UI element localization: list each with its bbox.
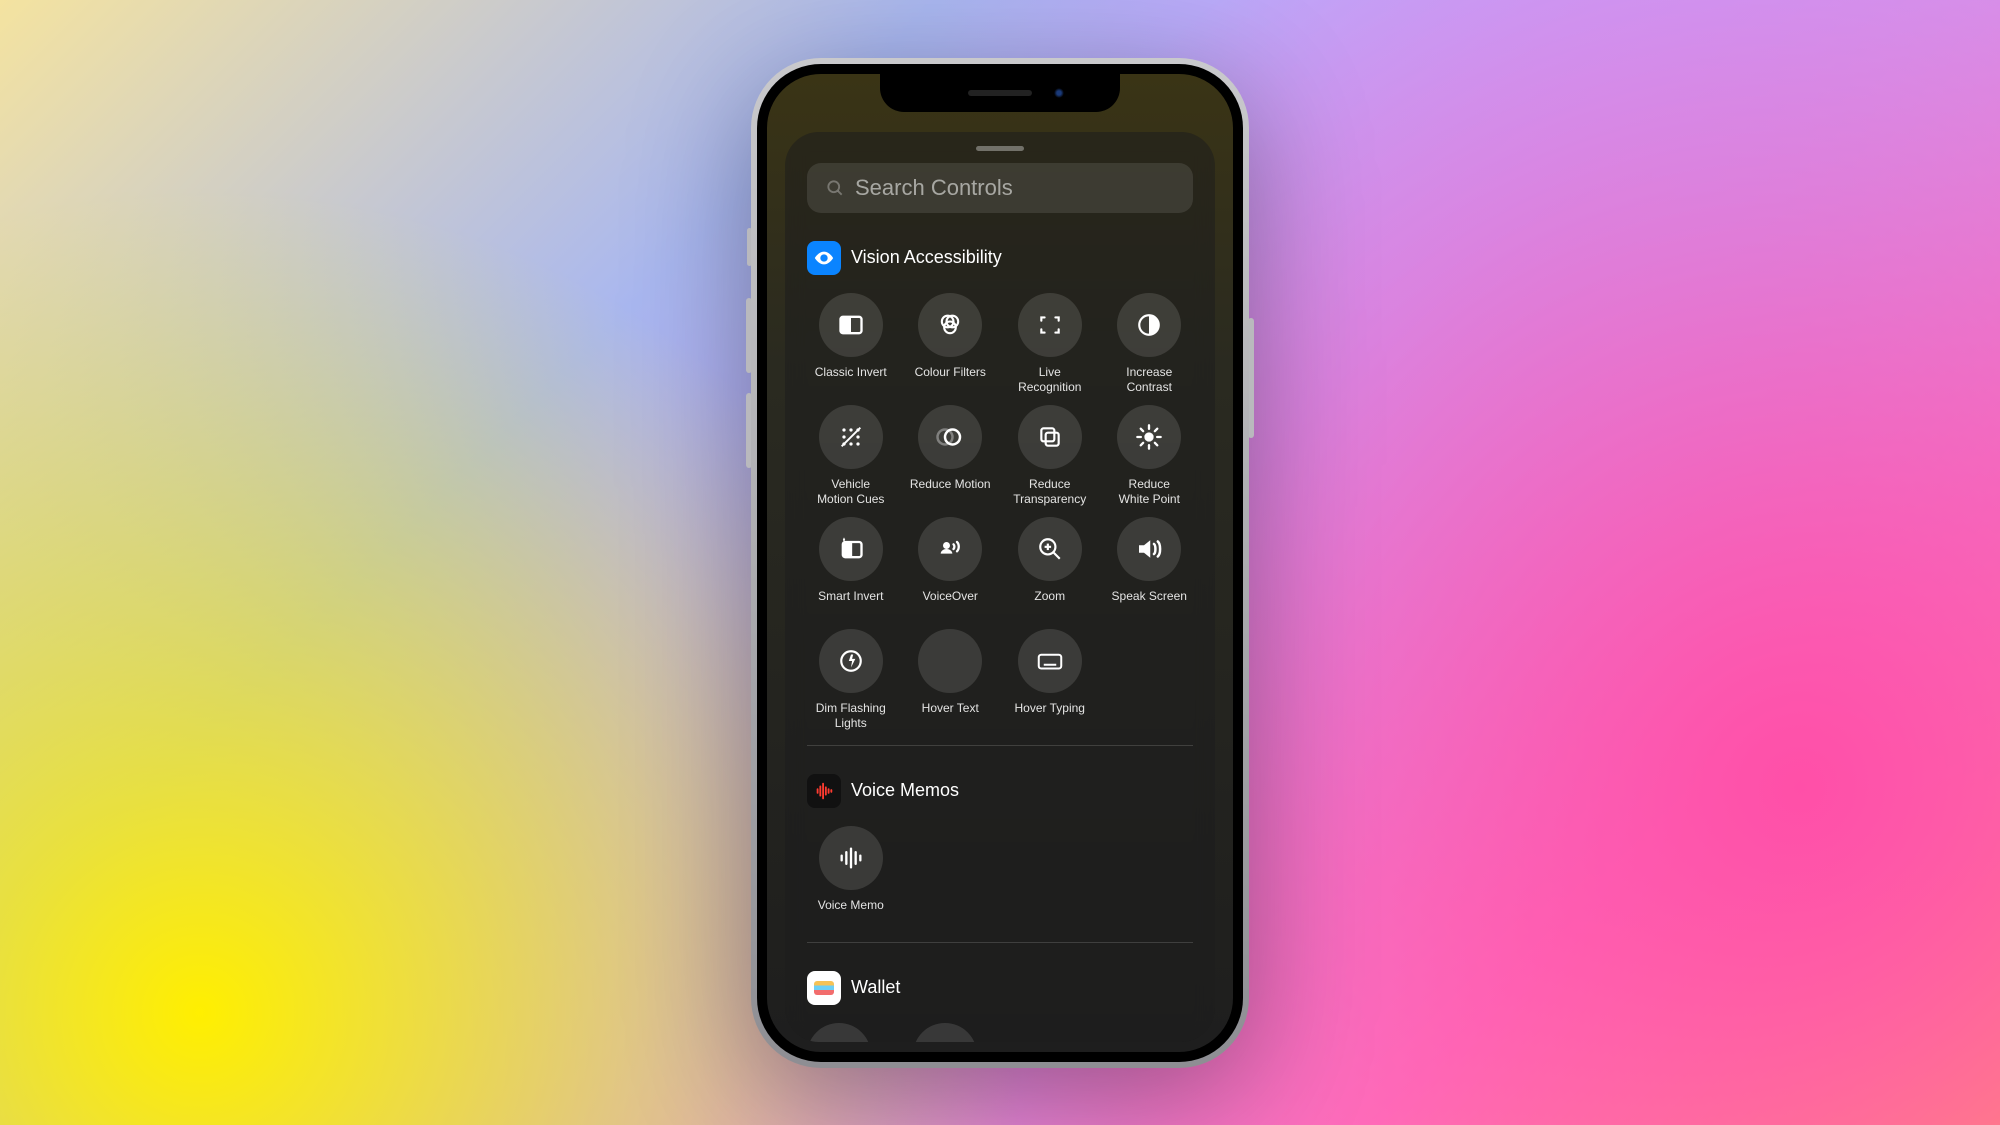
increase-contrast-icon xyxy=(1136,312,1162,338)
control-smart-invert[interactable]: Smart Invert xyxy=(807,517,895,619)
section-vision-accessibility: Vision Accessibility Classic Invert Colo… xyxy=(807,241,1193,746)
control-reduce-white-point[interactable]: Reduce White Point xyxy=(1106,405,1194,507)
search-icon xyxy=(825,178,845,198)
vision-accessibility-app-icon xyxy=(807,241,841,275)
front-camera xyxy=(1054,88,1064,98)
section-voice-memos: Voice Memos Voice Memo xyxy=(807,774,1193,943)
control-colour-filters[interactable]: Colour Filters xyxy=(907,293,995,395)
wallet-controls-partial xyxy=(807,1023,1193,1042)
control-hover-typing[interactable]: Hover Typing xyxy=(1006,629,1094,731)
label-dim-flashing: Dim Flashing Lights xyxy=(816,701,886,731)
smart-invert-icon xyxy=(837,535,865,563)
label-increase-contrast: Increase Contrast xyxy=(1126,365,1172,395)
label-reduce-white-point: Reduce White Point xyxy=(1119,477,1180,507)
zoom-icon xyxy=(1037,536,1063,562)
label-vehicle-motion-cues: Vehicle Motion Cues xyxy=(817,477,884,507)
control-speak-screen[interactable]: Speak Screen xyxy=(1106,517,1194,619)
wallet-app-icon xyxy=(807,971,841,1005)
control-zoom[interactable]: Zoom xyxy=(1006,517,1094,619)
section-divider xyxy=(807,942,1193,943)
label-hover-typing: Hover Typing xyxy=(1015,701,1085,731)
label-hover-text: Hover Text xyxy=(922,701,979,731)
control-reduce-transparency[interactable]: Reduce Transparency xyxy=(1006,405,1094,507)
label-zoom: Zoom xyxy=(1034,589,1065,619)
waveform-red-icon xyxy=(813,780,835,802)
reduce-white-point-icon xyxy=(1135,423,1163,451)
reduce-motion-icon xyxy=(935,422,965,452)
control-classic-invert[interactable]: Classic Invert xyxy=(807,293,895,395)
waveform-icon xyxy=(837,844,865,872)
label-voiceover: VoiceOver xyxy=(923,589,978,619)
colour-filters-icon xyxy=(936,311,964,339)
section-header-memos: Voice Memos xyxy=(807,774,1193,808)
search-controls-field[interactable]: Search Controls xyxy=(807,163,1193,213)
label-reduce-transparency: Reduce Transparency xyxy=(1013,477,1086,507)
controls-gallery-panel: Search Controls Vision Accessibility xyxy=(785,132,1215,1042)
section-title-memos: Voice Memos xyxy=(851,780,959,801)
notch xyxy=(880,74,1120,112)
reduce-transparency-icon xyxy=(1037,424,1063,450)
section-title-vision: Vision Accessibility xyxy=(851,247,1002,268)
section-divider xyxy=(807,745,1193,746)
voiceover-icon xyxy=(936,535,964,563)
control-wallet-peek-2[interactable] xyxy=(913,1023,977,1042)
classic-invert-icon xyxy=(837,311,865,339)
control-live-recognition[interactable]: Live Recognition xyxy=(1006,293,1094,395)
keyboard-icon xyxy=(1035,646,1065,676)
control-voiceover[interactable]: VoiceOver xyxy=(907,517,995,619)
control-vehicle-motion-cues[interactable]: Vehicle Motion Cues xyxy=(807,405,895,507)
search-placeholder: Search Controls xyxy=(855,175,1013,201)
vision-controls-grid: Classic Invert Colour Filters Live Recog… xyxy=(807,293,1193,731)
control-increase-contrast[interactable]: Increase Contrast xyxy=(1106,293,1194,395)
label-smart-invert: Smart Invert xyxy=(818,589,883,619)
control-wallet-peek-1[interactable] xyxy=(807,1023,871,1042)
section-header-vision: Vision Accessibility xyxy=(807,241,1193,275)
live-recognition-icon xyxy=(1037,312,1063,338)
iphone-device-frame: Search Controls Vision Accessibility xyxy=(751,58,1249,1068)
label-classic-invert: Classic Invert xyxy=(815,365,887,395)
label-live-recognition: Live Recognition xyxy=(1018,365,1081,395)
voice-memos-app-icon xyxy=(807,774,841,808)
label-reduce-motion: Reduce Motion xyxy=(910,477,991,507)
section-wallet: Wallet xyxy=(807,971,1193,1042)
section-title-wallet: Wallet xyxy=(851,977,900,998)
control-voice-memo[interactable]: Voice Memo xyxy=(807,826,895,928)
speak-screen-icon xyxy=(1134,534,1164,564)
dim-flashing-icon xyxy=(838,648,864,674)
control-dim-flashing[interactable]: Dim Flashing Lights xyxy=(807,629,895,731)
vehicle-motion-cues-icon xyxy=(837,423,865,451)
control-reduce-motion[interactable]: Reduce Motion xyxy=(907,405,995,507)
label-colour-filters: Colour Filters xyxy=(915,365,986,395)
screen: Search Controls Vision Accessibility xyxy=(767,74,1233,1052)
eye-icon xyxy=(813,247,835,269)
label-speak-screen: Speak Screen xyxy=(1112,589,1187,619)
section-header-wallet: Wallet xyxy=(807,971,1193,1005)
wallet-card-icon xyxy=(814,981,834,995)
earpiece-speaker xyxy=(968,90,1032,96)
sheet-grabber[interactable] xyxy=(976,146,1024,151)
control-hover-text[interactable]: Hover Text xyxy=(907,629,995,731)
label-voice-memo: Voice Memo xyxy=(818,898,884,928)
